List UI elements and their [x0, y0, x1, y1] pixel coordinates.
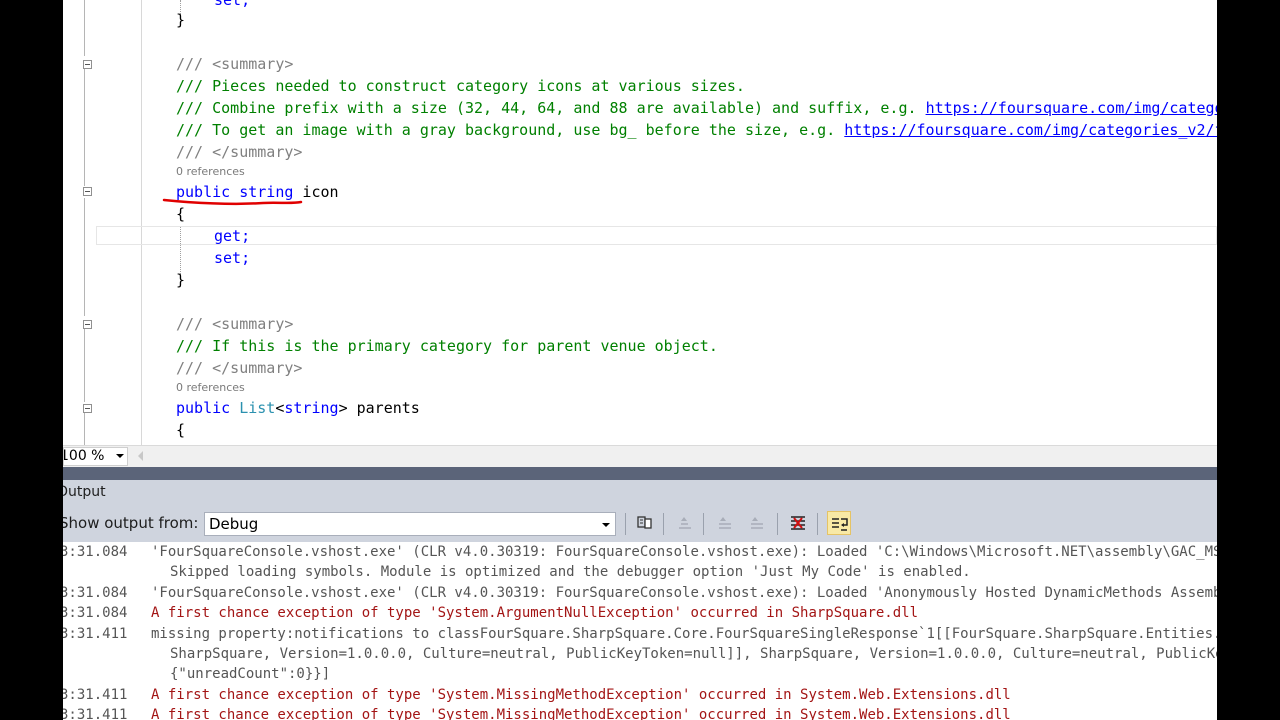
toolbar-separator [663, 513, 664, 535]
output-timestamp: 3:31.411 [63, 687, 128, 703]
chevron-down-icon [116, 454, 124, 458]
comment-hyperlink[interactable]: https://foursquare.com/img/categories/fo… [926, 99, 1217, 117]
collapse-summary-toggle[interactable] [83, 320, 92, 329]
go-to-previous-message-button[interactable] [673, 511, 697, 535]
xml-doc-summary-close: /// </summary> [176, 359, 303, 377]
current-line-highlight [96, 226, 1217, 245]
output-panel-title: Output [63, 480, 1217, 504]
output-message: 'FourSquareConsole.vshost.exe' (CLR v4.0… [151, 544, 1217, 560]
code-line: get; [214, 226, 250, 246]
previous-message-icon [719, 517, 731, 529]
keyword-string: string [284, 399, 339, 417]
codelens-references[interactable]: 0 references [176, 381, 245, 395]
code-line-parents-declaration: public List<string> parents [176, 398, 420, 418]
zoom-level-dropdown[interactable]: 100 % [63, 447, 128, 466]
output-source-dropdown[interactable]: Debug [204, 512, 616, 536]
chevron-down-icon [602, 523, 610, 527]
toolbar-separator [777, 513, 778, 535]
go-to-previous-message-button[interactable] [713, 511, 737, 535]
xml-doc-comment: /// To get an image with a gray backgrou… [176, 120, 1217, 140]
output-text-area[interactable]: 3:31.084 'FourSquareConsole.vshost.exe' (… [63, 542, 1217, 720]
output-message: 'FourSquareConsole.vshost.exe' (CLR v4.0… [151, 585, 1217, 601]
xml-doc-summary-open: /// <summary> [176, 315, 294, 333]
keyword-get: get; [214, 227, 251, 245]
show-output-from-label: Show output from: [63, 514, 199, 532]
zoom-level-value: 100 % [63, 448, 105, 464]
scroll-left-icon[interactable] [138, 451, 143, 461]
output-message: A first chance exception of type 'System… [151, 605, 919, 621]
code-line: { [176, 421, 186, 439]
output-message: A first chance exception of type 'System… [151, 687, 1011, 703]
toolbar-separator [625, 513, 626, 535]
previous-message-icon [679, 517, 691, 529]
output-message-continuation: Skipped loading symbols. Module is optim… [170, 564, 971, 580]
output-timestamp: 3:31.084 [63, 605, 128, 621]
collapse-parents-property-toggle[interactable] [83, 404, 92, 413]
output-message-continuation: SharpSquare, Version=1.0.0.0, Culture=ne… [170, 646, 1217, 662]
visual-studio-window: set; } /// <summary> /// Pieces needed t… [63, 0, 1217, 720]
find-in-code-icon [637, 516, 652, 529]
outline-line [84, 413, 85, 445]
output-timestamp: 3:31.084 [63, 544, 128, 560]
toggle-word-wrap-button[interactable] [827, 511, 851, 535]
code-line: } [176, 271, 186, 289]
toolbar-separator [703, 513, 704, 535]
find-message-in-code-button[interactable] [633, 511, 657, 535]
clear-all-icon [791, 516, 805, 530]
clear-all-button[interactable] [786, 511, 810, 535]
keyword-public: public [176, 399, 231, 417]
output-timestamp: 3:31.411 [63, 707, 128, 720]
generic-close: > [338, 399, 348, 417]
next-message-icon [751, 517, 763, 529]
xml-doc-comment: /// If this is the primary category for … [176, 337, 718, 355]
toolbar-separator [817, 513, 818, 535]
output-toolbar: Show output from: Debug [63, 504, 1217, 542]
output-timestamp: 3:31.411 [63, 626, 128, 642]
output-message-continuation: {"unreadCount":0}}] [170, 666, 331, 682]
keyword-set: set; [214, 249, 251, 267]
toggle-word-wrap-icon [832, 518, 848, 531]
panel-splitter[interactable] [63, 467, 1217, 480]
output-title-text: Output [63, 484, 106, 500]
type-list: List [239, 399, 276, 417]
identifier-parents: parents [347, 399, 420, 417]
editor-status-bar: 100 % [63, 445, 1217, 467]
output-timestamp: 3:31.084 [63, 585, 128, 601]
output-source-value: Debug [209, 515, 259, 533]
output-message: A first chance exception of type 'System… [151, 707, 1011, 720]
code-editor[interactable]: set; } /// <summary> /// Pieces needed t… [63, 0, 1217, 445]
code-line: set; [214, 248, 250, 268]
xml-doc-comment: /// Combine prefix with a size (32, 44, … [176, 98, 1217, 118]
output-message: missing property:notifications to classF… [151, 626, 1217, 642]
red-underline-annotation [162, 198, 303, 206]
outline-line [84, 328, 85, 402]
comment-hyperlink[interactable]: https://foursquare.com/img/categories_v2… [844, 121, 1217, 139]
go-to-next-message-button[interactable] [745, 511, 769, 535]
